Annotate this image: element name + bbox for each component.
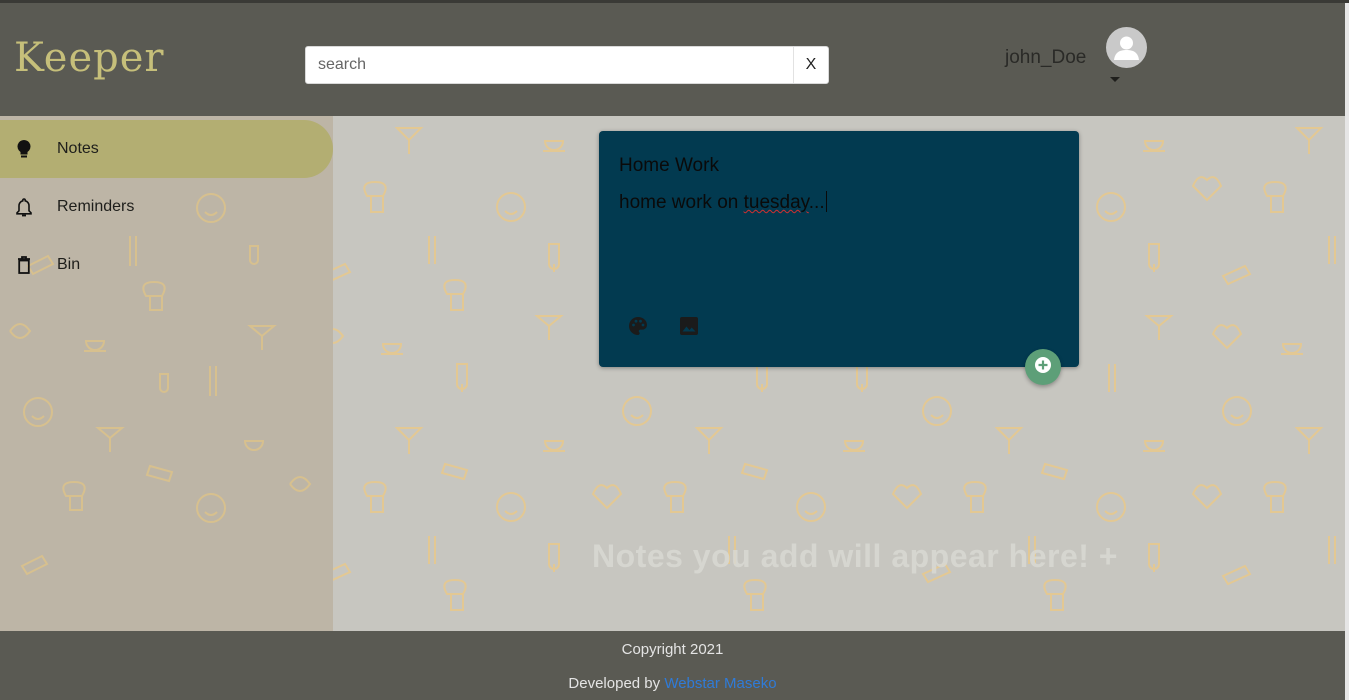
add-circle-icon xyxy=(1034,356,1052,379)
sidebar: Notes Reminders Bin xyxy=(0,116,333,631)
developer-link[interactable]: Webstar Maseko xyxy=(664,675,776,692)
sidebar-item-label: Notes xyxy=(57,140,99,157)
search-bar: X xyxy=(305,46,829,84)
developer-credit: Developed by Webstar Maseko xyxy=(0,675,1345,692)
app-logo[interactable]: Keeper xyxy=(14,35,165,81)
palette-icon[interactable] xyxy=(627,315,649,337)
user-avatar-icon[interactable] xyxy=(1106,27,1147,68)
developed-by-label: Developed by xyxy=(568,675,665,692)
image-icon[interactable] xyxy=(678,315,700,337)
note-body-misspelled-word: tuesday xyxy=(743,192,809,213)
add-note-button[interactable] xyxy=(1025,349,1061,385)
search-clear-button[interactable]: X xyxy=(793,47,828,83)
sidebar-item-label: Bin xyxy=(57,256,81,273)
app-header: Keeper X john_Doe xyxy=(0,3,1345,116)
lightbulb-icon xyxy=(14,138,34,160)
sidebar-item-reminders[interactable]: Reminders xyxy=(0,178,333,236)
note-body-ellipsis: ... xyxy=(808,192,825,213)
sidebar-item-label: Reminders xyxy=(57,198,135,215)
empty-notes-message: Notes you add will appear here! + xyxy=(592,538,1118,574)
user-menu-caret-icon[interactable] xyxy=(1110,77,1120,82)
sidebar-item-bin[interactable]: Bin xyxy=(0,236,333,294)
search-input[interactable] xyxy=(306,47,793,83)
trash-icon xyxy=(14,254,34,276)
note-card[interactable]: Home Work home work on tuesday... xyxy=(599,131,1079,367)
bell-icon xyxy=(14,196,34,218)
note-body[interactable]: home work on tuesday... xyxy=(619,191,827,214)
username[interactable]: john_Doe xyxy=(1005,47,1086,69)
footer: Copyright 2021 Developed by Webstar Mase… xyxy=(0,631,1345,700)
text-cursor xyxy=(825,191,827,212)
copyright-text: Copyright 2021 xyxy=(621,641,724,658)
page-scrollbar[interactable] xyxy=(1345,3,1349,700)
note-title[interactable]: Home Work xyxy=(619,155,719,177)
sidebar-item-notes[interactable]: Notes xyxy=(0,120,333,178)
note-body-text: home work on xyxy=(619,192,744,213)
